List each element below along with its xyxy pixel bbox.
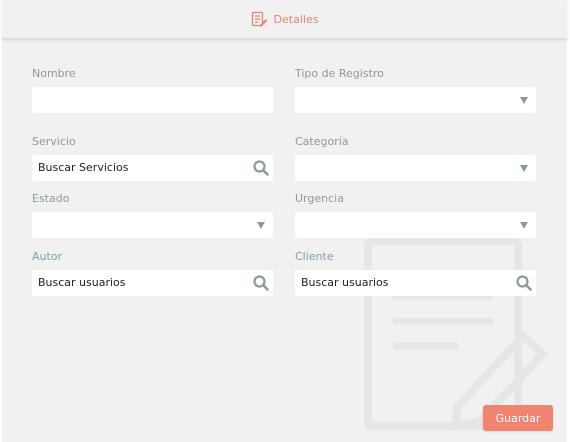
tipo-registro-select[interactable] xyxy=(295,87,536,113)
field-estado: Estado xyxy=(32,192,273,238)
header-title: Detalles xyxy=(273,12,319,26)
search-icon[interactable] xyxy=(252,274,270,292)
field-categoria: Categoría xyxy=(295,135,536,181)
estado-label: Estado xyxy=(32,192,70,205)
chevron-down-icon xyxy=(520,97,528,104)
servicio-label: Servicio xyxy=(32,135,76,148)
field-urgencia: Urgencia xyxy=(295,192,536,238)
cliente-value: Buscar usuarios xyxy=(301,276,389,289)
search-icon[interactable] xyxy=(252,159,270,177)
header-tab[interactable]: Detalles xyxy=(251,11,319,28)
details-panel: Detalles Nombre Tipo de Registro Servici… xyxy=(2,0,567,442)
field-autor: Autor Buscar usuarios xyxy=(32,250,273,296)
autor-value: Buscar usuarios xyxy=(38,276,126,289)
nombre-label: Nombre xyxy=(32,67,76,80)
chevron-down-icon xyxy=(520,165,528,172)
chevron-down-icon xyxy=(257,222,265,229)
field-cliente: Cliente Buscar usuarios xyxy=(295,250,536,296)
search-icon[interactable] xyxy=(515,274,533,292)
servicio-search-input[interactable]: Buscar Servicios xyxy=(32,155,273,181)
cliente-label: Cliente xyxy=(295,250,334,263)
cliente-search-input[interactable]: Buscar usuarios xyxy=(295,270,536,296)
tipo-registro-label: Tipo de Registro xyxy=(295,67,384,80)
categoria-select[interactable] xyxy=(295,155,536,181)
panel-header: Detalles xyxy=(2,0,567,39)
urgencia-label: Urgencia xyxy=(295,192,344,205)
field-servicio: Servicio Buscar Servicios xyxy=(32,135,273,181)
field-nombre: Nombre xyxy=(32,67,273,113)
chevron-down-icon xyxy=(520,222,528,229)
autor-label: Autor xyxy=(32,250,63,263)
servicio-value: Buscar Servicios xyxy=(38,161,129,174)
nombre-input[interactable] xyxy=(32,87,273,113)
field-tipo-registro: Tipo de Registro xyxy=(295,67,536,113)
edit-document-icon xyxy=(251,11,268,27)
urgencia-select[interactable] xyxy=(295,212,536,238)
categoria-label: Categoría xyxy=(295,135,349,148)
save-button[interactable]: Guardar xyxy=(483,405,553,431)
estado-select[interactable] xyxy=(32,212,273,238)
autor-search-input[interactable]: Buscar usuarios xyxy=(32,270,273,296)
